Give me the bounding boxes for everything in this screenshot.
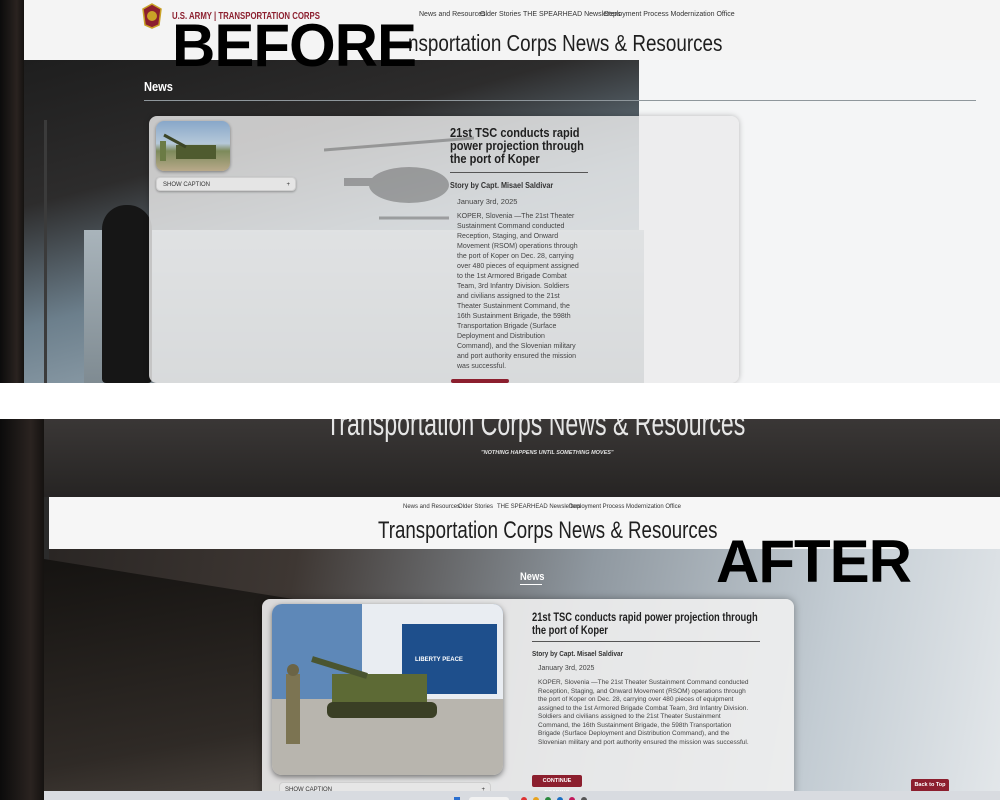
- section-heading-news: News: [520, 571, 545, 583]
- article-body: KOPER, Slovenia —The 21st Theater Sustai…: [457, 213, 579, 370]
- nav-news-and-resources[interactable]: News and Resources: [419, 11, 486, 18]
- after-panel: Transportation Corps News & Resources "N…: [0, 419, 1000, 800]
- before-screen: U.S. ARMY | TRANSPORTATION CORPS News an…: [24, 0, 1000, 383]
- article-date: January 3rd, 2025: [457, 197, 518, 206]
- before-label: BEFORE: [172, 12, 417, 79]
- site-header: U.S. ARMY | TRANSPORTATION CORPS News an…: [24, 0, 1000, 61]
- page-title: Transportation Corps News & Resources: [378, 517, 718, 544]
- banner-motto: "NOTHING HAPPENS UNTIL SOMETHING MOVES": [481, 450, 614, 456]
- show-caption-button[interactable]: SHOW CAPTION +: [156, 177, 296, 191]
- panel-divider: [0, 383, 1000, 419]
- soldier-silhouette: [102, 205, 152, 383]
- article-photo[interactable]: LIBERTY PEACE: [272, 604, 503, 775]
- article-byline: Story by Capt. Misael Saldivar: [532, 649, 624, 658]
- article-title[interactable]: 21st TSC conducts rapid power projection…: [450, 126, 595, 165]
- monitor-bezel: [0, 419, 44, 800]
- site-banner: Transportation Corps News & Resources "N…: [44, 419, 1000, 497]
- section-divider: [144, 100, 976, 101]
- banner-title: Transportation Corps News & Resources: [326, 419, 746, 443]
- taskbar-icons: [454, 797, 587, 800]
- howitzer-photo-icon: LIBERTY PEACE: [272, 604, 503, 775]
- article-date: January 3rd, 2025: [538, 665, 595, 672]
- title-rule: [532, 641, 760, 642]
- transportation-corps-logo-icon: [142, 3, 162, 29]
- nav-dpmo[interactable]: Deployment Process Modernization Office: [604, 11, 735, 18]
- after-label: AFTER: [716, 528, 912, 595]
- before-panel: U.S. ARMY | TRANSPORTATION CORPS News an…: [0, 0, 1000, 383]
- nav-dpmo[interactable]: Deployment Process Modernization Office: [569, 504, 681, 510]
- article-body: KOPER, Slovenia —The 21st Theater Sustai…: [538, 679, 749, 746]
- section-underline: [520, 584, 542, 585]
- nav-news-and-resources[interactable]: News and Resources: [403, 504, 460, 510]
- article-thumbnail[interactable]: [156, 121, 230, 171]
- page-title: nsportation Corps News & Resources: [408, 30, 723, 56]
- article-byline: Story by Capt. Misael Saldivar: [450, 180, 554, 190]
- taskbar: [44, 791, 1000, 800]
- continue-reading-button[interactable]: CONTINUE READING: [532, 775, 582, 796]
- expand-plus-icon: +: [286, 182, 290, 188]
- nav-older-stories[interactable]: Older Stories: [480, 11, 521, 18]
- howitzer-icon: [160, 133, 216, 161]
- nav-older-stories[interactable]: Older Stories: [458, 504, 493, 510]
- title-rule: [450, 172, 588, 173]
- show-caption-label: SHOW CAPTION: [163, 182, 211, 188]
- monitor-bezel: [0, 0, 24, 383]
- section-heading-news: News: [144, 79, 173, 94]
- ship-name-text: LIBERTY PEACE: [415, 657, 463, 663]
- article-title[interactable]: 21st TSC conducts rapid power projection…: [532, 611, 758, 637]
